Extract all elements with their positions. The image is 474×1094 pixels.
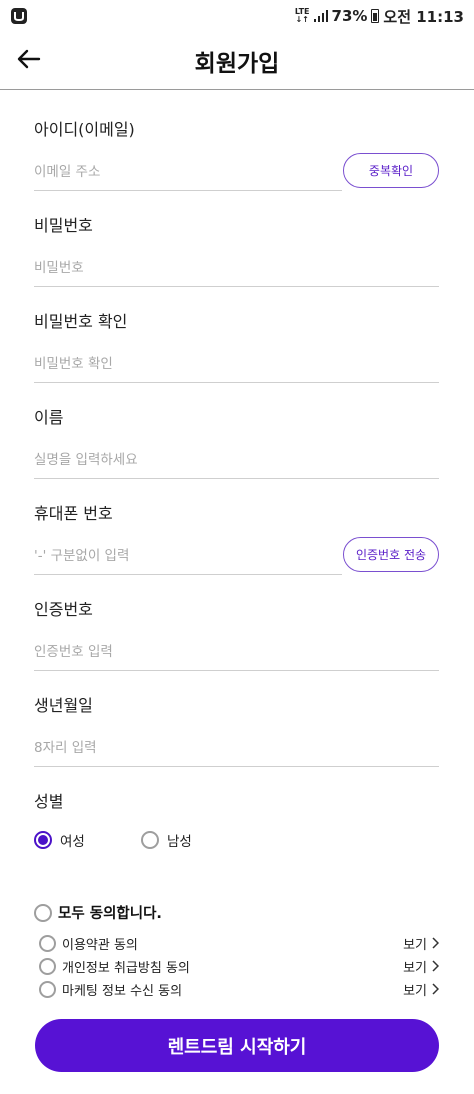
gender-label: 성별 [34, 792, 64, 811]
birth-input[interactable] [34, 729, 439, 767]
password-confirm-input[interactable] [34, 345, 439, 383]
password-confirm-field-group: 비밀번호 확인 [34, 311, 439, 383]
radio-unchecked-icon [141, 831, 159, 849]
phone-field-group: 휴대폰 번호 인증번호 전송 [34, 503, 439, 575]
auth-code-input[interactable] [34, 633, 439, 671]
duplicate-check-button[interactable]: 중복확인 [343, 153, 439, 188]
password-confirm-label: 비밀번호 확인 [34, 312, 128, 331]
chevron-right-icon [432, 983, 439, 995]
agree-item-marketing[interactable]: 마케팅 정보 수신 동의 보기 [39, 979, 439, 999]
lte-indicator: LTE ↓↑ [294, 7, 310, 24]
auth-code-field-group: 인증번호 [34, 599, 439, 671]
status-indicators: LTE ↓↑ 73% 오전 11:13 [295, 6, 464, 27]
email-label: 아이디(이메일) [34, 120, 135, 139]
phone-input[interactable] [34, 537, 342, 575]
gender-radio-group: 여성 남성 [34, 830, 334, 854]
agree-item-label: 마케팅 정보 수신 동의 [62, 983, 183, 999]
agree-item-label: 이용약관 동의 [62, 937, 138, 953]
app-notification-icon [11, 8, 27, 24]
birth-field-group: 생년월일 [34, 695, 439, 767]
battery-percent: 73% [331, 7, 368, 25]
password-field-group: 비밀번호 [34, 215, 439, 287]
email-field-group: 아이디(이메일) 중복확인 [34, 119, 439, 191]
name-label: 이름 [34, 408, 64, 427]
view-link-label: 보기 [403, 937, 427, 953]
radio-unchecked-icon [39, 957, 56, 975]
phone-label: 휴대폰 번호 [34, 504, 113, 523]
page-title: 회원가입 [194, 51, 280, 77]
view-privacy-link[interactable]: 보기 [403, 957, 439, 976]
auth-code-label: 인증번호 [34, 600, 93, 619]
gender-option-male[interactable]: 남성 [141, 830, 192, 850]
send-auth-code-button[interactable]: 인증번호 전송 [343, 537, 439, 572]
view-link-label: 보기 [403, 960, 427, 976]
radio-unchecked-icon [39, 980, 56, 998]
agree-all-label: 모두 동의합니다. [58, 906, 162, 922]
gender-field-group: 성별 [34, 791, 439, 813]
radio-unchecked-icon [39, 934, 56, 952]
gender-option-label: 여성 [60, 834, 85, 850]
app-header: 회원가입 [0, 32, 474, 90]
view-link-label: 보기 [403, 983, 427, 999]
agree-item-terms[interactable]: 이용약관 동의 보기 [39, 933, 439, 953]
password-input[interactable] [34, 249, 439, 287]
clock: 오전 11:13 [383, 7, 464, 26]
email-input[interactable] [34, 153, 342, 191]
signal-icon [313, 10, 328, 22]
radio-unchecked-icon [34, 903, 52, 922]
name-field-group: 이름 [34, 407, 439, 479]
agree-all-checkbox[interactable]: 모두 동의합니다. [34, 902, 162, 923]
radio-checked-icon [34, 831, 52, 849]
status-bar: LTE ↓↑ 73% 오전 11:13 [0, 0, 474, 32]
gender-option-label: 남성 [167, 834, 192, 850]
name-input[interactable] [34, 441, 439, 479]
agree-item-privacy[interactable]: 개인정보 취급방침 동의 보기 [39, 956, 439, 976]
view-terms-link[interactable]: 보기 [403, 934, 439, 953]
chevron-right-icon [432, 960, 439, 972]
start-rentdream-button[interactable]: 렌트드림 시작하기 [35, 1019, 439, 1072]
view-marketing-link[interactable]: 보기 [403, 980, 439, 999]
password-label: 비밀번호 [34, 216, 93, 235]
chevron-right-icon [432, 937, 439, 949]
agree-item-label: 개인정보 취급방침 동의 [62, 960, 190, 976]
battery-icon [371, 9, 380, 23]
gender-option-female[interactable]: 여성 [34, 830, 85, 850]
birth-label: 생년월일 [34, 696, 93, 715]
